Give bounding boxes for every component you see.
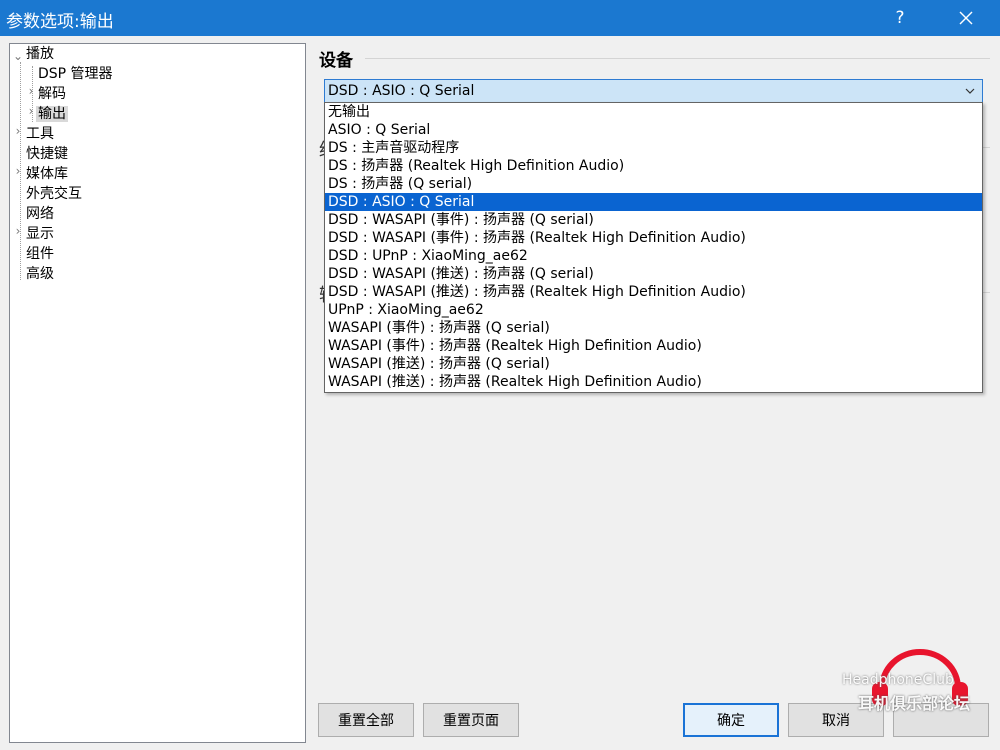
tree-item-dsp-manager[interactable]: DSP 管理器: [38, 64, 113, 84]
tree-item-tools[interactable]: 工具: [26, 124, 54, 144]
section-divider: [983, 147, 990, 148]
device-option[interactable]: WASAPI (事件) : 扬声器 (Q serial): [325, 319, 982, 337]
help-button[interactable]: ?: [876, 0, 924, 36]
reset-all-button[interactable]: 重置全部: [318, 703, 414, 737]
chevron-down-icon[interactable]: ⌄: [13, 49, 23, 63]
section-divider: [983, 292, 990, 293]
device-option[interactable]: DSD : UPnP : XiaoMing_ae62: [325, 247, 982, 265]
device-section-title: 设备: [319, 51, 353, 71]
window-body: ⌄ 播放 DSP 管理器 › 解码 › 输出 › 工具 快捷键 › 媒体库 外壳…: [0, 36, 1000, 750]
device-option[interactable]: DSD : WASAPI (推送) : 扬声器 (Realtek High De…: [325, 283, 982, 301]
close-icon: [959, 11, 973, 25]
tree-item-network[interactable]: 网络: [26, 204, 54, 224]
tree-item-display[interactable]: 显示: [26, 224, 54, 244]
device-option[interactable]: UPnP : XiaoMing_ae62: [325, 301, 982, 319]
apply-button[interactable]: [893, 703, 989, 737]
device-option[interactable]: WASAPI (推送) : 扬声器 (Q serial): [325, 355, 982, 373]
device-option[interactable]: 无输出: [325, 103, 982, 121]
chevron-right-icon[interactable]: ›: [26, 104, 36, 118]
reset-page-button[interactable]: 重置页面: [423, 703, 519, 737]
chevron-right-icon[interactable]: ›: [13, 164, 23, 178]
device-option[interactable]: DSD : WASAPI (事件) : 扬声器 (Realtek High De…: [325, 229, 982, 247]
window-title: 参数选项:输出: [6, 12, 114, 32]
chevron-right-icon[interactable]: ›: [13, 124, 23, 138]
device-option[interactable]: DS : 扬声器 (Realtek High Definition Audio): [325, 157, 982, 175]
device-option[interactable]: ASIO : Q Serial: [325, 121, 982, 139]
device-option-selected[interactable]: DSD : ASIO : Q Serial: [325, 193, 982, 211]
tree-item-advanced[interactable]: 高级: [26, 264, 54, 284]
title-bar: 参数选项:输出 ?: [0, 0, 1000, 36]
device-option[interactable]: WASAPI (事件) : 扬声器 (Realtek High Definiti…: [325, 337, 982, 355]
tree-item-shell-integration[interactable]: 外壳交互: [26, 184, 82, 204]
tree-item-media-library[interactable]: 媒体库: [26, 164, 68, 184]
close-button[interactable]: [942, 0, 990, 36]
device-dropdown-list[interactable]: 无输出 ASIO : Q Serial DS : 主声音驱动程序 DS : 扬声…: [324, 102, 983, 393]
device-select[interactable]: DSD : ASIO : Q Serial: [324, 79, 983, 103]
device-option[interactable]: DS : 扬声器 (Q serial): [325, 175, 982, 193]
device-option[interactable]: DSD : WASAPI (事件) : 扬声器 (Q serial): [325, 211, 982, 229]
tree-item-playback[interactable]: 播放: [26, 44, 54, 64]
chevron-right-icon[interactable]: ›: [26, 84, 36, 98]
device-select-value: DSD : ASIO : Q Serial: [328, 83, 475, 99]
chevron-right-icon[interactable]: ›: [13, 224, 23, 238]
ok-button[interactable]: 确定: [683, 703, 779, 737]
tree-item-components[interactable]: 组件: [26, 244, 54, 264]
preferences-tree[interactable]: ⌄ 播放 DSP 管理器 › 解码 › 输出 › 工具 快捷键 › 媒体库 外壳…: [9, 43, 306, 743]
device-option[interactable]: WASAPI (推送) : 扬声器 (Realtek High Definiti…: [325, 373, 982, 391]
device-option[interactable]: DS : 主声音驱动程序: [325, 139, 982, 157]
tree-item-decoding[interactable]: 解码: [38, 84, 66, 104]
tree-item-shortcuts[interactable]: 快捷键: [26, 144, 68, 164]
tree-item-output[interactable]: 输出: [36, 104, 68, 124]
chevron-down-icon[interactable]: [964, 80, 976, 102]
section-divider: [365, 58, 990, 59]
device-option[interactable]: DSD : WASAPI (推送) : 扬声器 (Q serial): [325, 265, 982, 283]
help-icon: ?: [895, 8, 905, 28]
cancel-button[interactable]: 取消: [788, 703, 884, 737]
